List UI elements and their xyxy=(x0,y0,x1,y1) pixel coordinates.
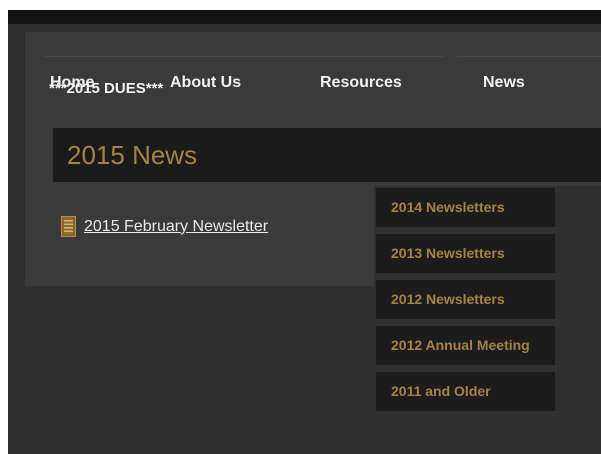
page-title: 2015 News xyxy=(67,140,198,170)
nav-about-us[interactable]: About Us xyxy=(170,74,241,92)
nav-2015-dues[interactable]: ***2015 DUES*** xyxy=(49,80,163,97)
page-frame: Home About Us Resources News ***2015 DUE… xyxy=(8,10,601,454)
top-bar xyxy=(8,10,601,24)
sidebar-item-2011-and-older[interactable]: 2011 and Older xyxy=(376,372,555,411)
nav-divider xyxy=(457,56,601,57)
title-bar: 2015 News xyxy=(53,128,601,182)
nav-resources[interactable]: Resources xyxy=(320,74,402,92)
nav-news[interactable]: News xyxy=(483,74,525,92)
sidebar-item-2012-annual-meeting[interactable]: 2012 Annual Meeting xyxy=(376,326,555,365)
news-link-february-2015[interactable]: 2015 February Newsletter xyxy=(84,218,268,236)
nav-divider xyxy=(45,56,443,57)
sidebar-item-2012-newsletters[interactable]: 2012 Newsletters xyxy=(376,280,555,319)
news-list-item: 2015 February Newsletter xyxy=(61,216,268,237)
sidebar-item-2013-newsletters[interactable]: 2013 Newsletters xyxy=(376,234,555,273)
sidebar-item-2014-newsletters[interactable]: 2014 Newsletters xyxy=(376,188,555,227)
document-icon[interactable] xyxy=(61,216,76,237)
